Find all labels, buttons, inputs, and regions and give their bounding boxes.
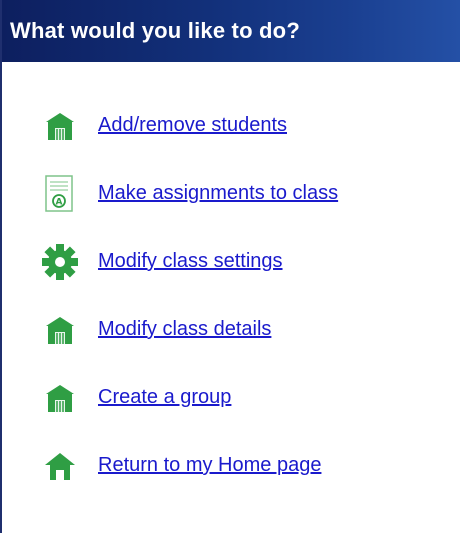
add-remove-students-link[interactable]: Add/remove students xyxy=(98,112,287,138)
green-building-icon xyxy=(38,376,82,420)
assignment-document-icon: A xyxy=(38,172,82,216)
gear-icon xyxy=(38,240,82,284)
menu-item-make-assignments[interactable]: A Make assignments to class xyxy=(38,172,448,240)
svg-text:A: A xyxy=(56,198,63,208)
green-building-icon xyxy=(38,104,82,148)
menu-item-create-group[interactable]: Create a group xyxy=(38,376,448,444)
create-group-link[interactable]: Create a group xyxy=(98,384,231,410)
home-icon xyxy=(38,444,82,488)
action-panel: What would you like to do? Add/remove st… xyxy=(0,0,460,533)
menu-item-modify-class-details[interactable]: Modify class details xyxy=(38,308,448,376)
return-home-link[interactable]: Return to my Home page xyxy=(98,452,321,478)
menu-item-add-remove-students[interactable]: Add/remove students xyxy=(38,104,448,172)
modify-class-details-link[interactable]: Modify class details xyxy=(98,316,271,342)
panel-header: What would you like to do? xyxy=(2,0,460,62)
green-building-icon xyxy=(38,308,82,352)
action-menu: Add/remove students A Make assignments t… xyxy=(38,104,448,512)
menu-item-return-home[interactable]: Return to my Home page xyxy=(38,444,448,512)
modify-class-settings-link[interactable]: Modify class settings xyxy=(98,248,283,274)
menu-item-modify-class-settings[interactable]: Modify class settings xyxy=(38,240,448,308)
make-assignments-link[interactable]: Make assignments to class xyxy=(98,180,338,206)
panel-title: What would you like to do? xyxy=(10,18,300,43)
